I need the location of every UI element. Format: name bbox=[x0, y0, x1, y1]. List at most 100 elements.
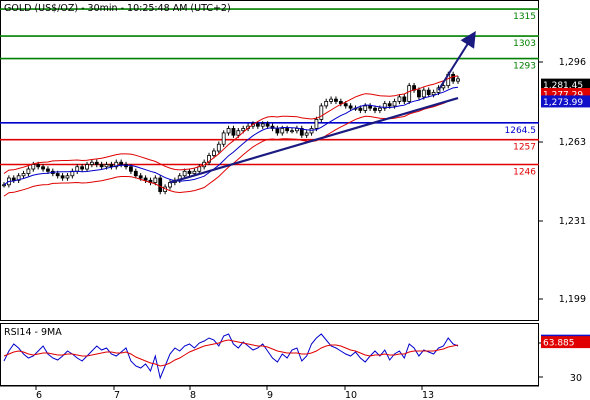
candle-body bbox=[441, 85, 446, 89]
candle-body bbox=[402, 96, 407, 102]
candle-body bbox=[46, 168, 50, 172]
candle-body bbox=[212, 150, 216, 156]
candle-body bbox=[85, 164, 89, 170]
candle-body bbox=[221, 132, 226, 145]
candle-body bbox=[290, 130, 294, 133]
candle-body bbox=[80, 166, 85, 170]
rsi-series-1 bbox=[3, 339, 459, 367]
y-tick-label: 1,199 bbox=[559, 294, 586, 305]
candle-body bbox=[241, 128, 246, 132]
candle-body bbox=[138, 175, 143, 179]
target-arrow bbox=[437, 30, 476, 91]
candle-body bbox=[89, 161, 94, 165]
candle-body bbox=[182, 170, 187, 177]
candle-body bbox=[275, 128, 280, 134]
level-label: 1315 bbox=[513, 12, 536, 22]
candle-body bbox=[41, 166, 45, 170]
price-tag-label: 1,273.99 bbox=[543, 98, 583, 108]
candle-body bbox=[265, 123, 270, 127]
candle-body bbox=[324, 101, 329, 107]
candle-body bbox=[153, 177, 158, 183]
candle-body bbox=[295, 128, 299, 132]
candle-body bbox=[94, 161, 99, 165]
y-tick-label: 1,263 bbox=[559, 137, 586, 148]
candle-body bbox=[417, 89, 421, 98]
candle-body bbox=[133, 170, 138, 177]
candle-body bbox=[421, 89, 426, 98]
candle-body bbox=[26, 168, 31, 174]
candle-body bbox=[407, 85, 412, 102]
x-tick-label: 8 bbox=[190, 390, 196, 400]
candle-body bbox=[426, 89, 431, 96]
level-label: 1246 bbox=[513, 168, 536, 178]
x-tick-label: 9 bbox=[267, 390, 273, 400]
candle-body bbox=[285, 128, 290, 132]
price-tag-label: 63.885 bbox=[543, 339, 575, 349]
candle-body bbox=[119, 161, 124, 165]
candle-body bbox=[431, 91, 436, 96]
candle-body bbox=[158, 177, 163, 192]
candle-body bbox=[187, 170, 192, 174]
candle-body bbox=[392, 101, 397, 107]
candle-body bbox=[260, 123, 265, 127]
x-tick-label: 10 bbox=[345, 390, 357, 400]
y-tick-label: 1,231 bbox=[559, 216, 586, 227]
candle-body bbox=[334, 98, 338, 102]
level-label: 1264.5 bbox=[505, 126, 537, 136]
candle-body bbox=[358, 107, 363, 111]
level-label: 1293 bbox=[513, 62, 536, 72]
candle-body bbox=[236, 130, 241, 136]
time-axis: 6 7 8 9 10 13 bbox=[35, 386, 434, 400]
candle-body bbox=[456, 78, 460, 82]
candle-body bbox=[304, 132, 309, 136]
candle-body bbox=[192, 170, 197, 174]
chart-title: GOLD (US$/OZ) - 30min - 10:25:48 AM (UTC… bbox=[4, 3, 231, 14]
rsi-lines bbox=[3, 333, 459, 380]
candle-body bbox=[397, 96, 402, 102]
candle-body bbox=[197, 166, 202, 172]
y-tick-label: 1,296 bbox=[559, 57, 586, 68]
candle-body bbox=[343, 103, 348, 107]
candle-body bbox=[226, 128, 231, 134]
price-candles bbox=[2, 71, 460, 197]
rsi-tick-30: 30 bbox=[570, 373, 582, 384]
candle-body bbox=[129, 166, 133, 172]
x-tick-label: 6 bbox=[36, 390, 42, 400]
chart-canvas: 1,296 1,263 1,231 1,199 30 6 7 8 9 10 13… bbox=[0, 0, 590, 400]
candle-body bbox=[377, 107, 382, 111]
candle-body bbox=[451, 73, 456, 82]
candle-body bbox=[99, 164, 104, 168]
candle-body bbox=[216, 143, 221, 152]
candle-body bbox=[314, 119, 319, 129]
rsi-axis: 30 bbox=[539, 342, 582, 384]
level-label: 1257 bbox=[513, 143, 536, 153]
candle-body bbox=[373, 107, 377, 111]
bollinger-lower bbox=[3, 98, 459, 197]
candle-body bbox=[387, 103, 392, 107]
bollinger-upper bbox=[3, 75, 459, 174]
candle-body bbox=[280, 128, 285, 134]
candle-body bbox=[255, 123, 260, 127]
candle-body bbox=[319, 105, 324, 120]
candle-body bbox=[104, 164, 109, 168]
x-tick-label: 13 bbox=[422, 390, 434, 400]
candle-body bbox=[231, 128, 236, 136]
candle-body bbox=[2, 184, 6, 187]
candle-body bbox=[75, 166, 80, 172]
candle-body bbox=[329, 98, 333, 102]
candle-body bbox=[36, 164, 41, 168]
candle-body bbox=[348, 105, 353, 109]
rsi-title: RSI14 - 9MA bbox=[4, 327, 62, 338]
x-tick-label: 7 bbox=[114, 390, 120, 400]
candle-body bbox=[31, 164, 36, 170]
candle-body bbox=[143, 177, 148, 181]
candle-body bbox=[363, 105, 368, 111]
level-label: 1303 bbox=[513, 39, 536, 49]
price-tags: 1,281.451,277.291,273.9965.336763.885 bbox=[541, 78, 590, 349]
candle-body bbox=[21, 173, 26, 177]
candle-body bbox=[11, 177, 16, 181]
candle-body bbox=[368, 105, 373, 109]
candle-body bbox=[65, 175, 70, 179]
candle-body bbox=[60, 175, 65, 179]
candle-body bbox=[55, 173, 60, 177]
